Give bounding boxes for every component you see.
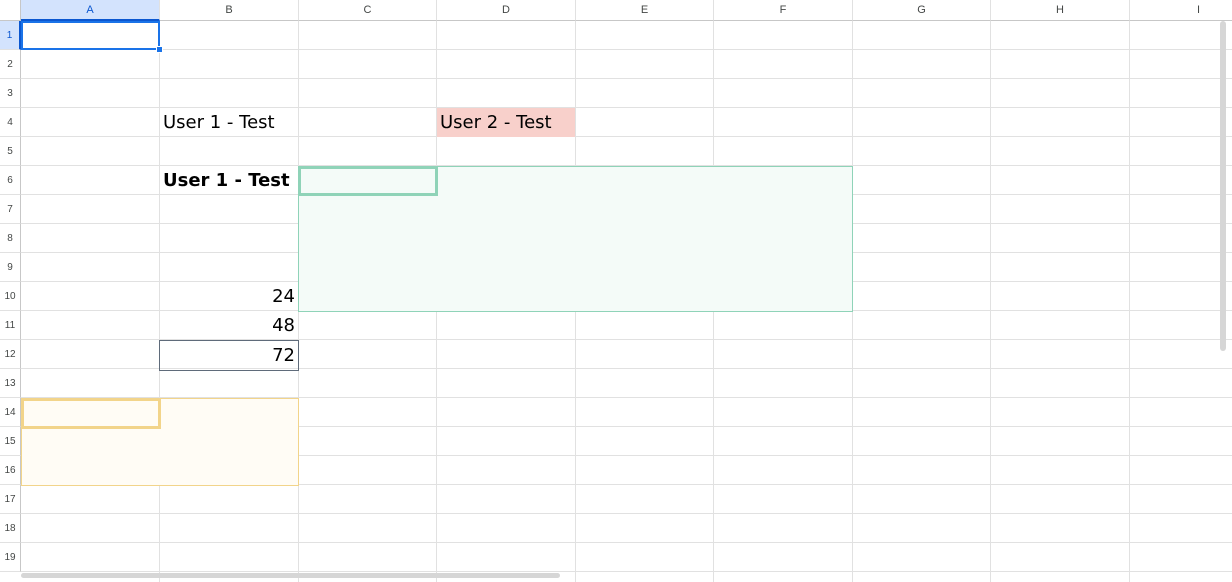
row-header-10[interactable]: 10 (0, 282, 21, 311)
cell-b6[interactable]: User 1 - Test (160, 166, 298, 195)
spreadsheet-grid[interactable]: A B C D E F G H I 1 2 3 4 5 6 7 8 9 10 1… (0, 0, 1232, 582)
column-header-c[interactable]: C (299, 0, 437, 21)
row-header-6[interactable]: 6 (0, 166, 21, 195)
row-header-13[interactable]: 13 (0, 369, 21, 398)
collaborator-cursor-yellow (21, 398, 161, 429)
row-header-7[interactable]: 7 (0, 195, 21, 224)
row-header-16[interactable]: 16 (0, 456, 21, 485)
row-header-18[interactable]: 18 (0, 514, 21, 543)
cell-d4[interactable]: User 2 - Test (437, 108, 575, 137)
gridline (21, 571, 1232, 572)
column-header-a[interactable]: A (21, 0, 160, 21)
row-header-5[interactable]: 5 (0, 137, 21, 166)
cell-b11[interactable]: 48 (160, 311, 298, 340)
vertical-scrollbar[interactable] (1220, 21, 1226, 351)
column-header-h[interactable]: H (991, 0, 1130, 21)
active-cell-selection[interactable] (21, 21, 160, 50)
row-header-17[interactable]: 17 (0, 485, 21, 514)
gridline (1129, 21, 1130, 582)
gridline (990, 21, 991, 582)
row-header-4[interactable]: 4 (0, 108, 21, 137)
gridline (21, 78, 1232, 79)
cell-b10[interactable]: 24 (160, 282, 298, 311)
cell-b4[interactable]: User 1 - Test (160, 108, 298, 137)
gridline (21, 49, 1232, 50)
column-header-f[interactable]: F (714, 0, 853, 21)
row-header-8[interactable]: 8 (0, 224, 21, 253)
row-header-15[interactable]: 15 (0, 427, 21, 456)
column-header-i[interactable]: I (1130, 0, 1232, 21)
row-header-12[interactable]: 12 (0, 340, 21, 369)
fill-handle[interactable] (156, 46, 163, 53)
row-header-1[interactable]: 1 (0, 21, 21, 50)
row-header-14[interactable]: 14 (0, 398, 21, 427)
row-header-2[interactable]: 2 (0, 50, 21, 79)
column-header-g[interactable]: G (853, 0, 991, 21)
gridline (21, 542, 1232, 543)
row-header-19[interactable]: 19 (0, 543, 21, 572)
column-header-e[interactable]: E (576, 0, 714, 21)
row-header-11[interactable]: 11 (0, 311, 21, 340)
select-all-corner[interactable] (0, 0, 21, 21)
gridline (21, 513, 1232, 514)
horizontal-scrollbar[interactable] (21, 573, 560, 578)
row-header-3[interactable]: 3 (0, 79, 21, 108)
column-header-d[interactable]: D (437, 0, 576, 21)
collaborator-cursor-green (298, 166, 438, 196)
row-header-9[interactable]: 9 (0, 253, 21, 282)
column-header-b[interactable]: B (160, 0, 299, 21)
cell-b12[interactable]: 72 (159, 340, 299, 371)
